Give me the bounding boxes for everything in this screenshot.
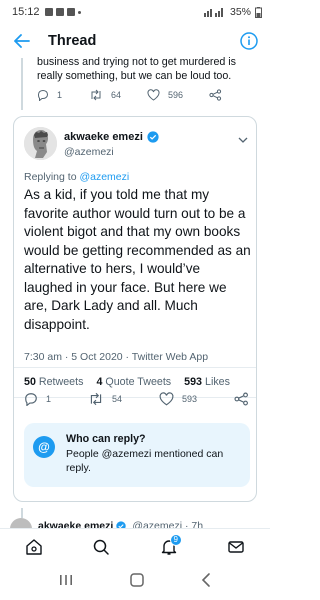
replying-to-mention[interactable]: @azemezi xyxy=(79,171,129,183)
nav-home[interactable] xyxy=(19,532,49,562)
who-can-reply-box: @ Who can reply? People @azemezi mention… xyxy=(24,423,250,487)
like-button[interactable]: 596 xyxy=(147,89,209,101)
bottom-nav: 9 xyxy=(0,528,270,564)
retweets-stat-label: Retweets xyxy=(38,376,84,388)
arrow-left-icon xyxy=(14,34,30,48)
likes-stat-label: Likes xyxy=(205,376,230,388)
home-system-button[interactable] xyxy=(129,572,145,593)
heart-icon xyxy=(159,392,174,406)
author-name[interactable]: akwaeke emezi xyxy=(64,131,159,143)
nav-notifications[interactable]: 9 xyxy=(154,532,184,562)
quotes-stat-label: Quote Tweets xyxy=(105,376,172,388)
replying-to-line: Replying to @azemezi xyxy=(24,171,129,183)
previous-tweet-actions: 1 64 596 xyxy=(37,88,247,102)
info-button[interactable] xyxy=(238,30,260,52)
retweet-count: 54 xyxy=(111,394,122,404)
nav-messages[interactable] xyxy=(221,532,251,562)
heart-icon xyxy=(147,89,160,101)
retweet-icon xyxy=(91,89,101,101)
battery-percent: 35% xyxy=(229,6,251,18)
retweets-stat-count: 50 xyxy=(24,376,36,388)
more-options-button[interactable] xyxy=(238,131,248,149)
who-can-reply-title: Who can reply? xyxy=(66,433,146,445)
next-tweet-header: akwaeke emezi @azemezi · 7h xyxy=(38,520,203,528)
retweets-stat[interactable]: 50 Retweets xyxy=(24,376,83,388)
share-icon xyxy=(209,89,222,101)
wifi-signal-icon xyxy=(203,8,223,17)
system-nav-bar xyxy=(0,564,270,600)
like-count: 596 xyxy=(168,90,184,100)
likes-stat-count: 593 xyxy=(184,376,202,388)
info-icon xyxy=(240,32,258,50)
more-notifications-dot-icon xyxy=(77,10,81,14)
tweet-meta: 7:30 am · 5 Oct 2020 · Twitter Web App xyxy=(24,351,209,363)
notifications-badge: 9 xyxy=(169,533,182,546)
gallery-icon xyxy=(55,8,64,16)
battery-icon xyxy=(255,6,262,18)
mail-icon xyxy=(228,540,244,553)
reply-count: 1 xyxy=(46,394,52,404)
message-icon xyxy=(66,8,75,16)
home-icon xyxy=(26,538,42,555)
reply-button[interactable]: 1 xyxy=(24,392,51,406)
app-bar: Thread xyxy=(0,24,270,58)
reply-icon xyxy=(37,89,49,101)
likes-stat[interactable]: 593 Likes xyxy=(184,376,230,388)
quotes-stat[interactable]: 4 Quote Tweets xyxy=(96,376,171,388)
who-can-reply-text: People @azemezi mentioned can reply. xyxy=(66,448,224,474)
previous-tweet[interactable]: business and trying not to get murdered … xyxy=(0,56,270,110)
recent-apps-icon xyxy=(59,574,72,585)
reply-button[interactable]: 1 xyxy=(37,89,89,101)
status-notification-icons xyxy=(44,8,81,16)
author-avatar[interactable] xyxy=(24,127,57,160)
next-tweet-handle: @azemezi · 7h xyxy=(132,520,204,528)
verified-badge-icon xyxy=(116,521,126,528)
author-name-text: akwaeke emezi xyxy=(64,131,143,143)
chevron-down-icon xyxy=(238,137,248,143)
thread-connector-line xyxy=(21,508,23,518)
screenshot-icon xyxy=(44,8,53,16)
focused-tweet-card: akwaeke emezi @azemezi Replying to @azem… xyxy=(13,116,257,502)
status-time: 15:12 xyxy=(12,6,40,18)
share-button[interactable] xyxy=(209,89,222,101)
like-count: 593 xyxy=(181,394,197,404)
at-sign-icon: @ xyxy=(33,436,55,458)
quotes-stat-count: 4 xyxy=(96,376,103,388)
retweet-icon xyxy=(90,392,102,406)
retweet-button[interactable]: 54 xyxy=(88,392,122,406)
thread-connector-line xyxy=(21,58,23,110)
recent-apps-button[interactable] xyxy=(58,573,74,592)
retweet-button[interactable]: 64 xyxy=(89,89,147,101)
previous-tweet-text: business and trying not to get murdered … xyxy=(37,56,237,82)
status-bar: 15:12 35% xyxy=(0,0,270,24)
chevron-left-icon xyxy=(202,572,211,587)
nav-search[interactable] xyxy=(86,532,116,562)
share-icon xyxy=(234,392,248,406)
verified-badge-icon xyxy=(147,131,159,143)
tweet-actions: 1 54 593 xyxy=(24,389,249,409)
back-system-button[interactable] xyxy=(200,572,212,593)
next-tweet-author: akwaeke emezi xyxy=(38,520,114,528)
reply-icon xyxy=(25,393,37,406)
replying-to-label: Replying to xyxy=(24,171,77,183)
back-button[interactable] xyxy=(10,29,34,53)
avatar-portrait-icon xyxy=(24,127,57,160)
page-title: Thread xyxy=(48,33,97,49)
tweet-text: As a kid, if you told me that my favorit… xyxy=(24,187,251,332)
next-tweet[interactable]: akwaeke emezi @azemezi · 7h xyxy=(0,508,270,528)
home-square-icon xyxy=(130,572,144,587)
search-icon xyxy=(94,539,109,555)
author-handle[interactable]: @azemezi xyxy=(64,146,114,158)
reply-count: 1 xyxy=(57,90,63,100)
retweet-count: 64 xyxy=(111,90,122,100)
next-tweet-avatar[interactable] xyxy=(10,518,32,528)
like-button[interactable]: 593 xyxy=(159,392,197,406)
share-button[interactable] xyxy=(234,392,249,406)
